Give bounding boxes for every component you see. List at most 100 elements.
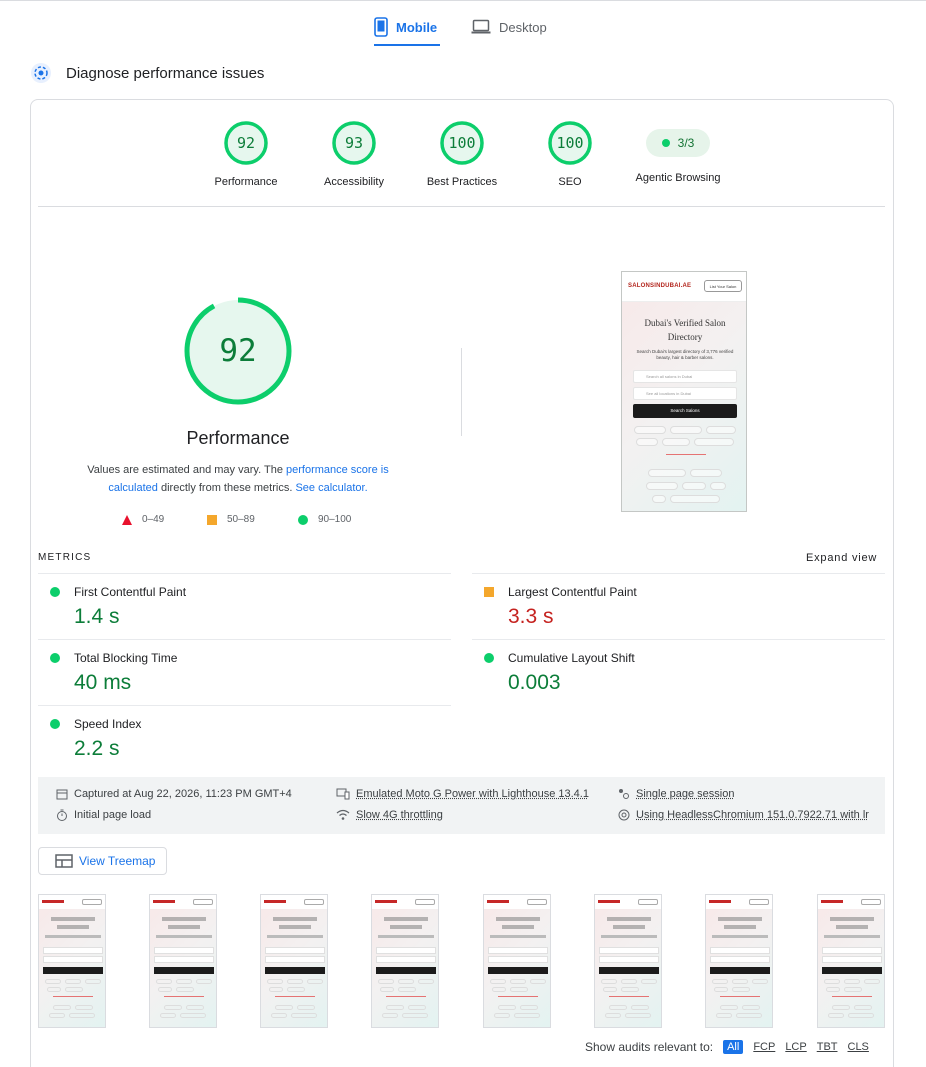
screenshot-chip bbox=[710, 482, 726, 490]
good-dot-icon bbox=[50, 653, 60, 663]
vertical-separator bbox=[461, 348, 462, 436]
filmstrip-frame bbox=[483, 894, 551, 1028]
legend-poor-label: 0–49 bbox=[142, 514, 164, 525]
screenshot-chip bbox=[706, 426, 736, 434]
top-border bbox=[0, 0, 926, 1]
screenshot-chip bbox=[652, 495, 666, 503]
info-throttling[interactable]: Slow 4G throttling bbox=[336, 809, 443, 821]
metric-divider bbox=[472, 573, 885, 574]
agentic-score: 3/3 bbox=[678, 136, 695, 150]
info-initial-load-text: Initial page load bbox=[74, 809, 151, 821]
performance-score-large: 92 bbox=[183, 296, 293, 406]
performance-gauge-large: 92 bbox=[183, 296, 293, 406]
gauge-agentic-browsing[interactable]: 3/3 Agentic Browsing bbox=[628, 120, 728, 184]
screenshot-logo: SALONSINDUBAI.AE bbox=[628, 283, 691, 289]
screenshot-search-input: Search all salons in Dubai bbox=[633, 370, 737, 383]
filter-lcp[interactable]: LCP bbox=[785, 1041, 806, 1053]
info-throttling-text: Slow 4G throttling bbox=[356, 809, 443, 821]
metric-si-label: Speed Index bbox=[74, 717, 141, 731]
screenshot-chip bbox=[670, 426, 702, 434]
gauge-best-practices-label: Best Practices bbox=[412, 176, 512, 188]
info-captured: Captured at Aug 22, 2026, 11:23 PM GMT+4 bbox=[56, 788, 292, 800]
metric-si-value: 2.2 s bbox=[50, 737, 450, 761]
gauge-best-practices[interactable]: 100 Best Practices bbox=[412, 120, 512, 188]
legend-average: 50–89 bbox=[207, 514, 255, 525]
timer-icon bbox=[56, 809, 68, 821]
audit-filter: Show audits relevant to: All FCP LCP TBT… bbox=[585, 1040, 869, 1054]
agentic-label: Agentic Browsing bbox=[628, 172, 728, 184]
info-device-text: Emulated Moto G Power with Lighthouse 13… bbox=[356, 788, 589, 800]
legend-average-label: 50–89 bbox=[227, 514, 255, 525]
gauge-performance-label: Performance bbox=[196, 176, 296, 188]
expand-view-toggle[interactable]: Expand view bbox=[806, 552, 877, 564]
info-session-text: Single page session bbox=[636, 788, 734, 800]
filmstrip-frame bbox=[594, 894, 662, 1028]
metric-speed-index: Speed Index 2.2 s bbox=[50, 717, 450, 761]
view-treemap-button[interactable]: View Treemap bbox=[38, 847, 167, 875]
screenshot-chip bbox=[662, 438, 690, 446]
gauge-seo[interactable]: 100 SEO bbox=[520, 120, 620, 188]
tab-desktop[interactable]: Desktop bbox=[471, 8, 547, 46]
metric-fcp: First Contentful Paint 1.4 s bbox=[50, 585, 450, 629]
filter-cls[interactable]: CLS bbox=[848, 1041, 869, 1053]
metric-cls-value: 0.003 bbox=[484, 671, 884, 695]
filmstrip-frame bbox=[260, 894, 328, 1028]
filter-tbt[interactable]: TBT bbox=[817, 1041, 838, 1053]
metric-fcp-value: 1.4 s bbox=[50, 605, 450, 629]
diagnose-icon bbox=[30, 62, 52, 84]
filmstrip-frame bbox=[149, 894, 217, 1028]
agentic-badge: 3/3 bbox=[646, 129, 710, 157]
gauge-performance-score: 92 bbox=[223, 120, 269, 166]
view-treemap-label: View Treemap bbox=[79, 854, 155, 868]
laptop-icon bbox=[471, 19, 491, 35]
metric-divider bbox=[38, 705, 451, 706]
screenshot-chip bbox=[690, 469, 722, 477]
gauge-best-practices-score: 100 bbox=[439, 120, 485, 166]
legend-good: 90–100 bbox=[298, 514, 351, 525]
session-icon bbox=[618, 788, 630, 800]
gauge-performance[interactable]: 92 Performance bbox=[196, 120, 296, 188]
gauge-seo-score: 100 bbox=[547, 120, 593, 166]
final-screenshot[interactable]: SALONSINDUBAI.AE List Your Salon Dubai's… bbox=[621, 271, 747, 512]
devices-icon bbox=[336, 788, 350, 800]
tab-desktop-label: Desktop bbox=[499, 20, 547, 35]
smartphone-icon bbox=[374, 17, 388, 37]
gauge-accessibility-label: Accessibility bbox=[304, 176, 404, 188]
legend-good-label: 90–100 bbox=[318, 514, 351, 525]
metric-tbt: Total Blocking Time 40 ms bbox=[50, 651, 450, 695]
metric-cls-label: Cumulative Layout Shift bbox=[508, 651, 635, 665]
metric-divider bbox=[38, 573, 451, 574]
filmstrip-frame bbox=[705, 894, 773, 1028]
score-legend: 0–49 50–89 90–100 bbox=[0, 514, 480, 530]
diagnose-title: Diagnose performance issues bbox=[66, 65, 264, 82]
metric-divider bbox=[38, 639, 451, 640]
screenshot-heading: Dubai's Verified Salon Directory bbox=[632, 316, 738, 344]
screenshot-cta: List Your Salon bbox=[704, 280, 742, 292]
metric-lcp: Largest Contentful Paint 3.3 s bbox=[484, 585, 884, 629]
runtime-info: Captured at Aug 22, 2026, 11:23 PM GMT+4… bbox=[38, 777, 885, 834]
chrome-icon bbox=[618, 809, 630, 821]
screenshot-chip bbox=[648, 469, 686, 477]
good-dot-icon bbox=[50, 587, 60, 597]
square-icon bbox=[207, 515, 217, 525]
screenshot-chip bbox=[694, 438, 734, 446]
screenshot-subheading: Search Dubai's largest directory of 3,77… bbox=[634, 349, 736, 361]
tab-mobile[interactable]: Mobile bbox=[374, 8, 440, 46]
audit-filter-label: Show audits relevant to: bbox=[585, 1040, 713, 1054]
gauge-seo-label: SEO bbox=[520, 176, 620, 188]
metric-lcp-label: Largest Contentful Paint bbox=[508, 585, 637, 599]
gauge-accessibility[interactable]: 93 Accessibility bbox=[304, 120, 404, 188]
score-gauges: 92 Performance 93 Accessibility 100 Best… bbox=[0, 120, 926, 192]
screenshot-chip bbox=[634, 426, 666, 434]
treemap-icon bbox=[55, 854, 73, 868]
calculator-link[interactable]: See calculator. bbox=[295, 482, 367, 494]
good-dot-icon bbox=[50, 719, 60, 729]
device-tabs: Mobile Desktop bbox=[0, 8, 926, 46]
filmstrip-frame bbox=[38, 894, 106, 1028]
info-device[interactable]: Emulated Moto G Power with Lighthouse 13… bbox=[336, 788, 589, 800]
filter-all[interactable]: All bbox=[723, 1040, 743, 1054]
info-session[interactable]: Single page session bbox=[618, 788, 734, 800]
filmstrip-frame bbox=[817, 894, 885, 1028]
info-browser[interactable]: Using HeadlessChromium 151.0.7922.71 wit… bbox=[618, 809, 869, 821]
filter-fcp[interactable]: FCP bbox=[753, 1041, 775, 1053]
